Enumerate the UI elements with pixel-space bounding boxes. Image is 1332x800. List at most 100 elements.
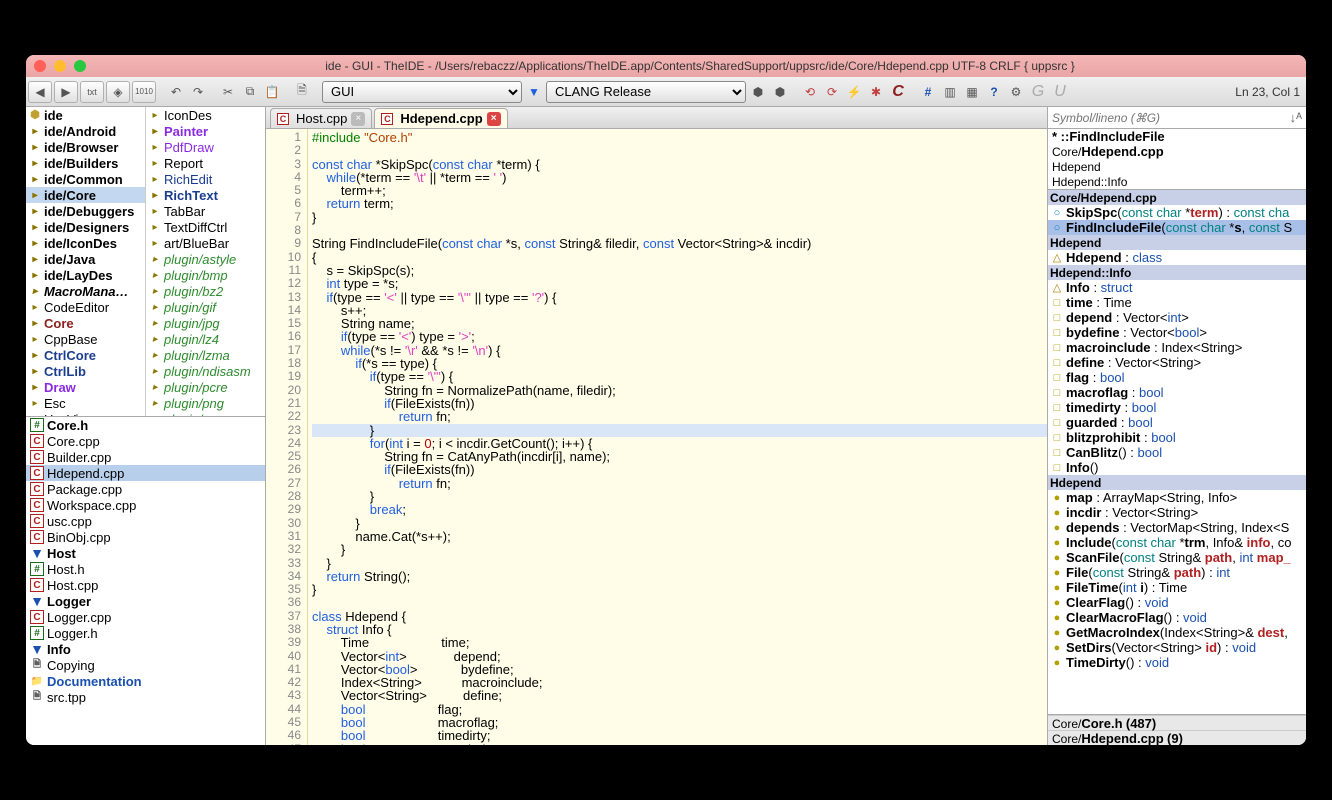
outline-item[interactable]: ClearFlag() : void — [1048, 595, 1306, 610]
package-item[interactable]: CtrlLib — [26, 363, 145, 379]
file-item[interactable]: CPackage.cpp — [26, 481, 265, 497]
file-item[interactable]: CCore.cpp — [26, 433, 265, 449]
outline-item[interactable]: bydefine : Vector<bool> — [1048, 325, 1306, 340]
file-item[interactable]: #Logger.h — [26, 625, 265, 641]
calc-icon[interactable]: ▦ — [962, 81, 982, 103]
package-item[interactable]: Esc — [26, 395, 145, 411]
stop-icon[interactable]: ✱ — [866, 81, 886, 103]
file-list[interactable]: #Core.hCCore.cppCBuilder.cppCHdepend.cpp… — [26, 417, 265, 745]
nav-list[interactable]: * ::FindIncludeFileCore/Hdepend.cppHdepe… — [1048, 129, 1306, 190]
redo-button[interactable]: ↷ — [188, 81, 208, 103]
package-list-left[interactable]: ideide/Androidide/Browseride/Builders ide… — [26, 107, 146, 416]
outline-item[interactable]: SetDirs(Vector<String> id) : void — [1048, 640, 1306, 655]
outline-header[interactable]: Core/Hdepend.cpp — [1048, 190, 1306, 205]
terminal-icon[interactable]: ▥ — [940, 81, 960, 103]
build-method-icon[interactable]: ⬢ — [770, 81, 790, 103]
outline-item[interactable]: time : Time — [1048, 295, 1306, 310]
package-item[interactable]: ide/Designers — [26, 219, 145, 235]
editor-tab[interactable]: CHost.cpp× — [270, 108, 372, 128]
package-item[interactable]: PdfDraw — [146, 139, 265, 155]
package-item[interactable]: ide/Android — [26, 123, 145, 139]
file-item[interactable]: CWorkspace.cpp — [26, 497, 265, 513]
package-item[interactable]: TabBar — [146, 203, 265, 219]
package-item[interactable]: Painter — [146, 123, 265, 139]
package-item[interactable]: ide/Java — [26, 251, 145, 267]
rebuild-icon[interactable]: ⟳ — [822, 81, 842, 103]
code-area[interactable]: #include "Core.h" const char *SkipSpc(co… — [308, 129, 1047, 745]
build-config-combo[interactable]: CLANG Release — [546, 81, 746, 103]
help-icon[interactable]: ? — [984, 81, 1004, 103]
paste-button[interactable]: 📋 — [262, 81, 282, 103]
package-item[interactable]: CodeEditor — [26, 299, 145, 315]
tool-icon[interactable]: ⚙ — [1006, 81, 1026, 103]
outline-item[interactable]: File(const String& path) : int — [1048, 565, 1306, 580]
u-icon[interactable]: U — [1050, 81, 1070, 103]
close-button[interactable] — [34, 60, 46, 72]
package-item[interactable]: plugin/bmp — [146, 267, 265, 283]
file-item[interactable]: 🗎Copying — [26, 657, 265, 673]
nav-back-button[interactable]: ◀ — [28, 81, 52, 103]
package-item[interactable]: RichText — [146, 187, 265, 203]
file-item[interactable]: CBuilder.cpp — [26, 449, 265, 465]
outline-item[interactable]: incdir : Vector<String> — [1048, 505, 1306, 520]
package-item[interactable]: RichEdit — [146, 171, 265, 187]
outline-item[interactable]: blitzprohibit : bool — [1048, 430, 1306, 445]
cut-button[interactable]: ✂ — [218, 81, 238, 103]
package-item[interactable]: plugin/jpg — [146, 315, 265, 331]
package-item[interactable]: ide/Debuggers — [26, 203, 145, 219]
nav-item[interactable]: Hdepend::Info — [1048, 174, 1306, 189]
package-list-right[interactable]: IconDesPainterPdfDrawReportRichEditRichT… — [146, 107, 265, 416]
symbol-search-input[interactable] — [1048, 111, 1286, 125]
package-item[interactable]: art/BlueBar — [146, 235, 265, 251]
package-item[interactable]: MacroMana… — [26, 283, 145, 299]
file-item[interactable]: CHost.cpp — [26, 577, 265, 593]
package-item[interactable]: Draw — [26, 379, 145, 395]
package-item[interactable]: ide/IconDes — [26, 235, 145, 251]
outline-item[interactable]: map : ArrayMap<String, Info> — [1048, 490, 1306, 505]
package-item[interactable]: plugin/astyle — [146, 251, 265, 267]
main-config-combo[interactable]: GUI — [322, 81, 522, 103]
file-item[interactable]: ▼Info — [26, 641, 265, 657]
code-editor[interactable]: 1234567891011121314151617181920212223242… — [266, 129, 1047, 745]
outline-item[interactable]: define : Vector<String> — [1048, 355, 1306, 370]
find-button[interactable]: 🗎 — [292, 81, 312, 103]
g-icon[interactable]: G — [1028, 81, 1048, 103]
file-item[interactable]: ▼Logger — [26, 593, 265, 609]
minimize-button[interactable] — [54, 60, 66, 72]
zoom-button[interactable] — [74, 60, 86, 72]
outline-item[interactable]: macroinclude : Index<String> — [1048, 340, 1306, 355]
outline-item[interactable]: Info() — [1048, 460, 1306, 475]
editor-tab[interactable]: CHdepend.cpp× — [374, 108, 507, 128]
file-item[interactable]: 📁Documentation — [26, 673, 265, 689]
package-item[interactable]: plugin/z — [146, 411, 265, 416]
package-item[interactable]: plugin/bz2 — [146, 283, 265, 299]
package-item[interactable]: ide/Builders — [26, 155, 145, 171]
outline-item[interactable]: Include(const char *trm, Info& info, co — [1048, 535, 1306, 550]
outline-item[interactable]: CanBlitz() : bool — [1048, 445, 1306, 460]
outline-item[interactable]: TimeDirty() : void — [1048, 655, 1306, 670]
run-icon[interactable]: ⚡ — [844, 81, 864, 103]
outline-item[interactable]: ScanFile(const String& path, int map_ — [1048, 550, 1306, 565]
package-item[interactable]: ide/Browser — [26, 139, 145, 155]
file-item[interactable]: CHdepend.cpp — [26, 465, 265, 481]
nav-item[interactable]: * ::FindIncludeFile — [1048, 129, 1306, 144]
package-item[interactable]: plugin/gif — [146, 299, 265, 315]
status-row[interactable]: Core/Core.h (487) — [1048, 715, 1306, 730]
package-item[interactable]: TextDiffCtrl — [146, 219, 265, 235]
compile-icon[interactable]: C — [888, 81, 908, 103]
outline-item[interactable]: GetMacroIndex(Index<String>& dest, — [1048, 625, 1306, 640]
sort-icon[interactable]: ↓ᴬ — [1286, 110, 1306, 125]
outline-header[interactable]: Hdepend — [1048, 235, 1306, 250]
file-item[interactable]: #Host.h — [26, 561, 265, 577]
package-item[interactable]: ide — [26, 107, 145, 123]
outline-item[interactable]: depend : Vector<int> — [1048, 310, 1306, 325]
build-all-icon[interactable]: ⟲ — [800, 81, 820, 103]
package-item[interactable]: IconDes — [146, 107, 265, 123]
package-item[interactable]: Core — [26, 315, 145, 331]
config-dropdown-icon[interactable]: ▼ — [524, 81, 544, 103]
package-item[interactable]: CppBase — [26, 331, 145, 347]
outline-item[interactable]: Info : struct — [1048, 280, 1306, 295]
nav-item[interactable]: Hdepend — [1048, 159, 1306, 174]
nav-forward-button[interactable]: ▶ — [54, 81, 78, 103]
status-row[interactable]: Core/Hdepend.cpp (9) — [1048, 730, 1306, 745]
